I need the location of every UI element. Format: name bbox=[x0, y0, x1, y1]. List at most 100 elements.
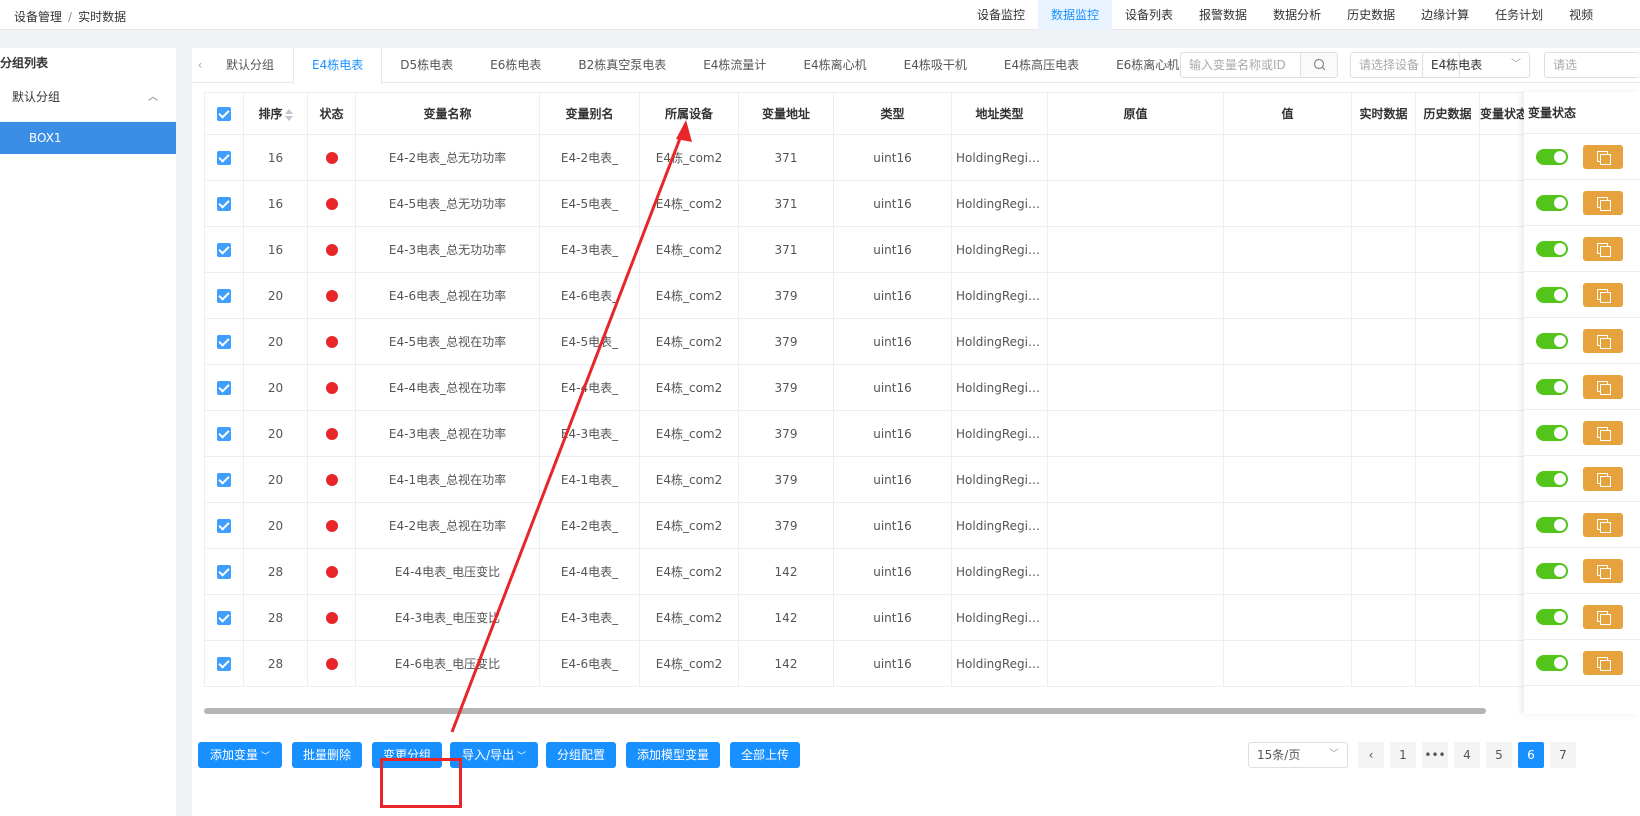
select-all-checkbox[interactable] bbox=[204, 92, 244, 135]
horizontal-scrollbar[interactable] bbox=[204, 708, 1486, 714]
copy-icon[interactable] bbox=[1583, 145, 1623, 169]
copy-icon[interactable] bbox=[1583, 191, 1623, 215]
tab-group-3[interactable]: E6栋电表 bbox=[472, 48, 560, 83]
tab-group-6[interactable]: E4栋离心机 bbox=[785, 48, 885, 83]
row-checkbox[interactable] bbox=[204, 272, 244, 319]
row-checkbox[interactable] bbox=[204, 180, 244, 227]
variable-status-toggle[interactable] bbox=[1536, 241, 1568, 257]
group-default[interactable]: 默认分组 ︿ bbox=[0, 72, 176, 122]
variable-status-toggle[interactable] bbox=[1536, 195, 1568, 211]
row-checkbox[interactable] bbox=[204, 226, 244, 273]
sort-icon[interactable] bbox=[284, 108, 293, 121]
nav-tab-1[interactable]: 数据监控 bbox=[1038, 0, 1113, 30]
copy-icon[interactable] bbox=[1583, 283, 1623, 307]
cell-alias: E4-3电表_ bbox=[539, 226, 640, 273]
page-button-3[interactable]: 5 bbox=[1486, 742, 1512, 768]
nav-tab-0[interactable]: 设备监控 bbox=[964, 0, 1038, 30]
tab-group-2[interactable]: D5栋电表 bbox=[382, 48, 472, 83]
nav-tab-6[interactable]: 边缘计算 bbox=[1408, 0, 1482, 30]
tab-group-1[interactable]: E4栋电表 bbox=[293, 48, 383, 84]
variable-status-toggle[interactable] bbox=[1536, 149, 1568, 165]
row-checkbox[interactable] bbox=[204, 640, 244, 687]
row-checkbox[interactable] bbox=[204, 548, 244, 595]
page-button-1[interactable]: ••• bbox=[1422, 742, 1448, 768]
column-header-0[interactable]: 排序 bbox=[243, 92, 308, 135]
page-size-select[interactable]: 15条/页 ﹀ bbox=[1248, 742, 1348, 768]
cell-history bbox=[1415, 180, 1480, 227]
variable-status-toggle[interactable] bbox=[1536, 287, 1568, 303]
search-input[interactable] bbox=[1180, 52, 1300, 78]
variable-status-toggle[interactable] bbox=[1536, 655, 1568, 671]
variable-status-toggle[interactable] bbox=[1536, 471, 1568, 487]
page-button-5[interactable]: 7 bbox=[1550, 742, 1576, 768]
variable-status-toggle[interactable] bbox=[1536, 563, 1568, 579]
cell-alias: E4-4电表_ bbox=[539, 364, 640, 411]
footer-button-2[interactable]: 变更分组 bbox=[372, 742, 442, 768]
status-dot-icon bbox=[307, 134, 356, 181]
variable-status-toggle[interactable] bbox=[1536, 333, 1568, 349]
page-button-4[interactable]: 6 bbox=[1518, 742, 1544, 768]
variable-status-toggle[interactable] bbox=[1536, 517, 1568, 533]
footer-button-0[interactable]: 添加变量 ﹀ bbox=[198, 742, 282, 768]
nav-tab-7[interactable]: 任务计划 bbox=[1482, 0, 1556, 30]
footer-button-label: 全部上传 bbox=[740, 748, 789, 762]
tab-group-4[interactable]: B2栋真空泵电表 bbox=[560, 48, 685, 83]
status-row bbox=[1524, 134, 1640, 180]
copy-icon[interactable] bbox=[1583, 651, 1623, 675]
search-button[interactable] bbox=[1300, 52, 1338, 78]
footer-button-3[interactable]: 导入/导出 ﹀ bbox=[450, 742, 538, 768]
variable-status-toggle[interactable] bbox=[1536, 425, 1568, 441]
tab-group-7[interactable]: E4栋吸干机 bbox=[886, 48, 986, 83]
nav-tab-8[interactable]: 视频 bbox=[1556, 0, 1606, 30]
group-select[interactable]: E4栋电表 ﹀ bbox=[1422, 52, 1530, 78]
cell-device: E4栋_com2 bbox=[639, 410, 739, 457]
nav-tab-5[interactable]: 历史数据 bbox=[1334, 0, 1408, 30]
footer-button-6[interactable]: 全部上传 bbox=[730, 742, 800, 768]
status-dot-icon bbox=[307, 594, 356, 641]
status-row bbox=[1524, 640, 1640, 686]
nav-tab-3[interactable]: 报警数据 bbox=[1186, 0, 1260, 30]
status-row bbox=[1524, 594, 1640, 640]
copy-icon[interactable] bbox=[1583, 237, 1623, 261]
copy-icon[interactable] bbox=[1583, 421, 1623, 445]
tab-group-8[interactable]: E4栋高压电表 bbox=[986, 48, 1098, 83]
row-checkbox[interactable] bbox=[204, 318, 244, 365]
page-button-0[interactable]: 1 bbox=[1390, 742, 1416, 768]
footer-button-5[interactable]: 添加模型变量 bbox=[626, 742, 720, 768]
table-row: 20 E4-2电表_总视在功率 E4-2电表_ E4栋_com2 379 uint16 Ho… bbox=[204, 502, 1640, 549]
footer-button-4[interactable]: 分组配置 bbox=[546, 742, 616, 768]
copy-icon[interactable] bbox=[1583, 467, 1623, 491]
nav-tab-4[interactable]: 数据分析 bbox=[1260, 0, 1334, 30]
row-checkbox[interactable] bbox=[204, 594, 244, 641]
row-checkbox[interactable] bbox=[204, 456, 244, 503]
prev-page-button[interactable]: ‹ bbox=[1358, 742, 1384, 768]
variable-status-toggle[interactable] bbox=[1536, 609, 1568, 625]
cell-history bbox=[1415, 548, 1480, 595]
cell-addr_type: HoldingRegist... bbox=[951, 410, 1048, 457]
chevron-up-icon[interactable]: ︿ bbox=[148, 88, 158, 103]
footer-button-1[interactable]: 批量删除 bbox=[292, 742, 362, 768]
copy-icon[interactable] bbox=[1583, 329, 1623, 353]
tab-scroll-right-icon[interactable]: › bbox=[1160, 48, 1176, 83]
cell-realtime bbox=[1351, 272, 1416, 319]
cell-realtime bbox=[1351, 594, 1416, 641]
tab-group-5[interactable]: E4栋流量计 bbox=[685, 48, 785, 83]
row-checkbox[interactable] bbox=[204, 364, 244, 411]
cell-realtime bbox=[1351, 318, 1416, 365]
copy-icon[interactable] bbox=[1583, 375, 1623, 399]
row-checkbox[interactable] bbox=[204, 134, 244, 181]
copy-icon[interactable] bbox=[1583, 559, 1623, 583]
page-button-2[interactable]: 4 bbox=[1454, 742, 1480, 768]
cell-realtime bbox=[1351, 640, 1416, 687]
extra-select[interactable]: 请选 bbox=[1544, 52, 1640, 78]
tab-scroll-left-icon[interactable]: ‹ bbox=[192, 48, 208, 83]
breadcrumb-root[interactable]: 设备管理 bbox=[14, 10, 62, 24]
copy-icon[interactable] bbox=[1583, 513, 1623, 537]
copy-icon[interactable] bbox=[1583, 605, 1623, 629]
nav-tab-2[interactable]: 设备列表 bbox=[1112, 0, 1186, 30]
sidebar-item-box1[interactable]: BOX1 bbox=[0, 122, 176, 154]
row-checkbox[interactable] bbox=[204, 502, 244, 549]
variable-status-toggle[interactable] bbox=[1536, 379, 1568, 395]
tab-group-0[interactable]: 默认分组 bbox=[208, 48, 293, 83]
row-checkbox[interactable] bbox=[204, 410, 244, 457]
